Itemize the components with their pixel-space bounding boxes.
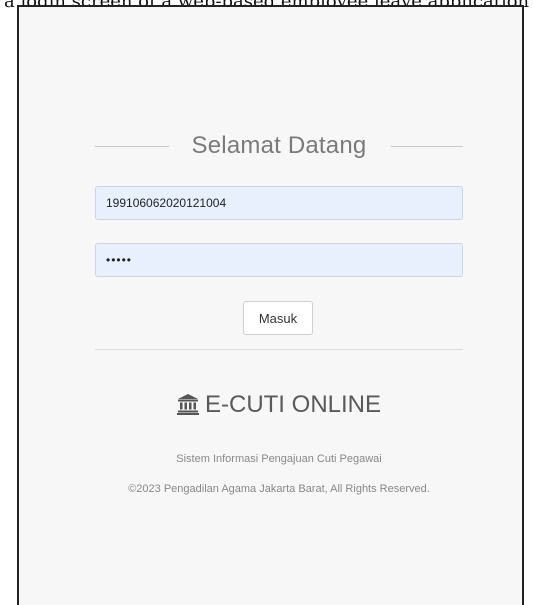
password-input[interactable] xyxy=(95,243,463,277)
copyright-text: ©2023 Pengadilan Agama Jakarta Barat, Al… xyxy=(128,483,430,495)
brand-title: E-CUTI ONLINE xyxy=(95,391,463,422)
brand-name: E-CUTI ONLINE xyxy=(204,391,381,418)
institution-icon xyxy=(176,393,199,422)
welcome-heading-row: Selamat Datang xyxy=(95,129,463,165)
nip-input[interactable] xyxy=(95,186,463,220)
heading-divider-right xyxy=(391,146,463,147)
login-window: Selamat Datang Masuk E-CUTI ONLINE xyxy=(17,5,524,605)
form-divider xyxy=(95,349,463,350)
login-button[interactable]: Masuk xyxy=(243,301,313,335)
app-tagline: Sistem Informasi Pengajuan Cuti Pegawai xyxy=(176,453,382,465)
